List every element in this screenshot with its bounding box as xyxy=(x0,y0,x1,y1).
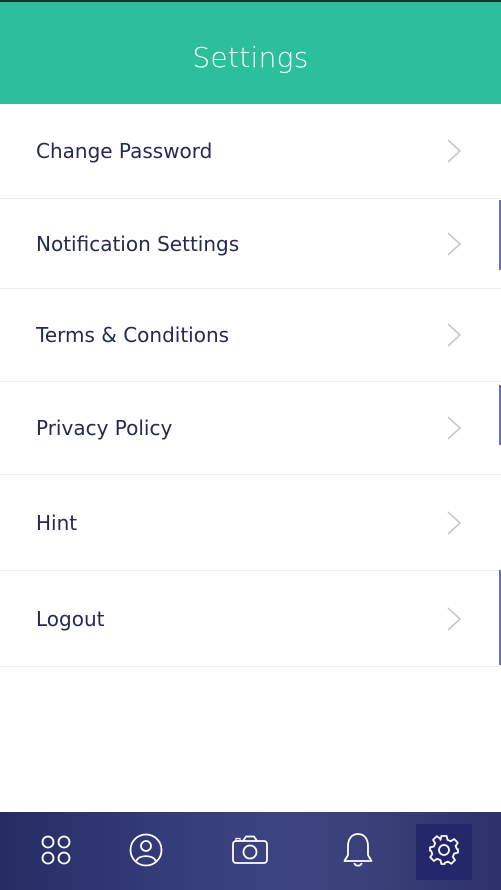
bell-icon xyxy=(341,831,375,873)
tab-notifications[interactable] xyxy=(330,824,386,880)
settings-item-label: Hint xyxy=(36,510,78,535)
tab-camera[interactable] xyxy=(222,824,278,880)
chevron-right-icon xyxy=(446,138,462,164)
chevron-right-icon xyxy=(446,322,462,348)
grid-icon xyxy=(39,833,73,871)
gear-icon xyxy=(427,833,461,871)
settings-item-label: Logout xyxy=(36,606,105,631)
settings-item-label: Terms & Conditions xyxy=(36,323,230,347)
settings-item-notification-settings[interactable]: Notification Settings xyxy=(0,199,501,289)
settings-item-change-password[interactable]: Change Password xyxy=(0,104,501,199)
chevron-right-icon xyxy=(446,415,462,441)
settings-list: Change Password Notification Settings Te… xyxy=(0,104,501,667)
settings-item-terms-conditions[interactable]: Terms & Conditions xyxy=(0,289,501,382)
settings-item-privacy-policy[interactable]: Privacy Policy xyxy=(0,382,501,475)
profile-icon xyxy=(128,832,164,872)
header-bar: Settings xyxy=(0,0,501,104)
chevron-right-icon xyxy=(446,606,462,632)
chevron-right-icon xyxy=(446,231,462,257)
settings-item-hint[interactable]: Hint xyxy=(0,475,501,571)
tab-profile[interactable] xyxy=(118,824,174,880)
settings-screen: Settings Change Password Notification Se… xyxy=(0,0,501,890)
tab-settings[interactable] xyxy=(416,824,472,880)
settings-item-label: Privacy Policy xyxy=(36,416,173,440)
page-title: Settings xyxy=(192,41,309,74)
bottom-tab-bar xyxy=(0,812,501,890)
chevron-right-icon xyxy=(446,510,462,536)
settings-item-label: Notification Settings xyxy=(36,231,240,256)
settings-item-logout[interactable]: Logout xyxy=(0,571,501,667)
camera-icon xyxy=(231,834,269,870)
settings-item-label: Change Password xyxy=(36,139,213,163)
tab-dashboard[interactable] xyxy=(28,824,84,880)
